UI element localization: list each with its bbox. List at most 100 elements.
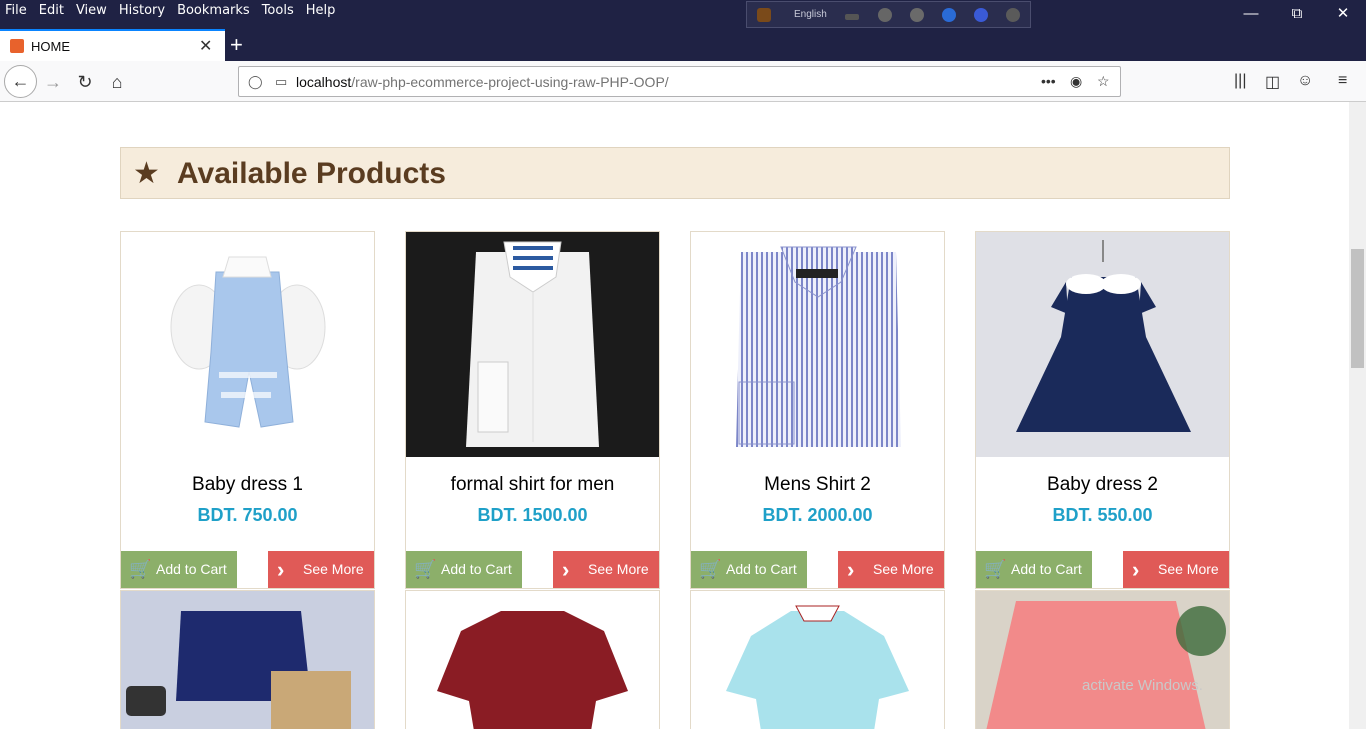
product-name[interactable]: formal shirt for men (406, 474, 659, 496)
menu-tools[interactable]: Tools (256, 0, 300, 22)
add-to-cart-button[interactable]: 🛒 Add to Cart (121, 551, 237, 588)
ime-logo-icon (757, 8, 771, 22)
tab-close-icon[interactable]: ✕ (199, 36, 212, 56)
pink-floral-dress-image (986, 601, 1226, 729)
product-card (120, 590, 375, 729)
ime-language[interactable]: English (794, 9, 827, 20)
formal-shirt-image (466, 241, 599, 447)
shield-icon[interactable]: ◯ (248, 74, 263, 90)
see-more-button[interactable]: › See More (1123, 551, 1229, 588)
tab-home[interactable]: HOME ✕ (0, 29, 225, 61)
see-more-label: See More (303, 561, 364, 577)
basket-icon: 🛒 (699, 559, 722, 579)
product-card: Mens Shirt 2 BDT. 2000.00 🛒 Add to Cart ›… (690, 231, 945, 589)
basket-icon: 🛒 (129, 559, 152, 579)
scrollbar-thumb[interactable] (1351, 249, 1364, 368)
menu-bookmarks[interactable]: Bookmarks (171, 0, 256, 22)
see-more-label: See More (873, 561, 934, 577)
ime-browser-icon[interactable] (942, 8, 956, 22)
title-bar: File Edit View History Bookmarks Tools H… (0, 0, 1366, 61)
add-to-cart-label: Add to Cart (726, 561, 797, 577)
product-image[interactable] (691, 232, 944, 457)
add-to-cart-label: Add to Cart (1011, 561, 1082, 577)
sidebar-icon[interactable]: ◫ (1265, 72, 1280, 92)
url-host: localhost (296, 74, 352, 90)
window-controls: — ⧉ ✕ (1228, 0, 1366, 28)
minimize-icon[interactable]: — (1228, 0, 1274, 28)
product-name[interactable]: Mens Shirt 2 (691, 474, 944, 496)
section-heading: ★ Available Products (120, 147, 1230, 199)
url-text[interactable]: localhost/raw-php-ecommerce-project-usin… (296, 74, 669, 90)
chevron-right-icon: › (277, 557, 285, 582)
ime-chess-icon[interactable] (878, 8, 892, 22)
product-image[interactable] (121, 591, 374, 729)
product-image[interactable] (121, 232, 374, 457)
page-icon[interactable]: ▭ (275, 74, 287, 90)
ime-keyboard-icon[interactable] (845, 14, 859, 20)
menu-help[interactable]: Help (300, 0, 342, 22)
see-more-button[interactable]: › See More (268, 551, 374, 588)
product-name[interactable]: Baby dress 1 (121, 474, 374, 496)
reload-icon[interactable]: ↻ (70, 67, 100, 97)
navy-dress-image (1016, 240, 1191, 432)
product-card: Baby dress 2 BDT. 550.00 🛒 Add to Cart › S… (975, 231, 1230, 589)
menu-edit[interactable]: Edit (33, 0, 70, 22)
ime-toolbar[interactable]: English (746, 1, 1031, 28)
product-card (690, 590, 945, 729)
product-image[interactable] (406, 591, 659, 729)
ime-settings-icon[interactable] (910, 8, 924, 22)
account-icon[interactable]: ☺ (1297, 72, 1313, 90)
see-more-label: See More (588, 561, 649, 577)
home-icon[interactable]: ⌂ (102, 67, 132, 97)
basket-icon: 🛒 (414, 559, 437, 579)
product-name[interactable]: Baby dress 2 (976, 474, 1229, 496)
url-path: /raw-php-ecommerce-project-using-raw-PHP… (351, 74, 669, 90)
tab-title: HOME (31, 39, 70, 54)
favicon-icon (10, 39, 24, 53)
url-bar[interactable]: ◯ ▭ localhost/raw-php-ecommerce-project-… (238, 66, 1121, 97)
product-card (975, 590, 1230, 729)
ime-help-icon[interactable] (974, 8, 988, 22)
see-more-button[interactable]: › See More (553, 551, 659, 588)
product-card: formal shirt for men BDT. 1500.00 🛒 Add t… (405, 231, 660, 589)
product-card: Baby dress 1 BDT. 750.00 🛒 Add to Cart › S… (120, 231, 375, 589)
restore-icon[interactable]: ⧉ (1274, 0, 1320, 28)
see-more-button[interactable]: › See More (838, 551, 944, 588)
product-price: BDT. 2000.00 (762, 505, 873, 525)
close-window-icon[interactable]: ✕ (1320, 0, 1366, 28)
library-icon[interactable]: ||| (1234, 72, 1246, 90)
back-icon[interactable]: ← (4, 65, 37, 98)
new-tab-icon[interactable]: + (230, 32, 243, 58)
baby-romper-image (170, 256, 326, 428)
more-icon[interactable]: ••• (1041, 73, 1056, 89)
product-image[interactable] (691, 591, 944, 729)
kids-polo-set-image (126, 611, 351, 729)
menu-view[interactable]: View (70, 0, 113, 22)
menu-icon[interactable]: ≡ (1338, 72, 1347, 90)
add-to-cart-button[interactable]: 🛒 Add to Cart (976, 551, 1092, 588)
scrollbar-track[interactable] (1349, 102, 1366, 729)
menu-history[interactable]: History (113, 0, 171, 22)
light-blue-polo-image (726, 605, 909, 729)
add-to-cart-label: Add to Cart (156, 561, 227, 577)
bookmark-star-icon[interactable]: ☆ (1097, 73, 1110, 90)
pocket-icon[interactable]: ◉ (1070, 73, 1082, 90)
striped-shirt-image (736, 246, 901, 447)
maroon-polo-image (437, 611, 628, 729)
product-image[interactable] (406, 232, 659, 457)
menu-file[interactable]: File (0, 0, 33, 22)
star-icon: ★ (133, 157, 160, 190)
product-image[interactable] (976, 232, 1229, 457)
add-to-cart-button[interactable]: 🛒 Add to Cart (691, 551, 807, 588)
chevron-right-icon: › (1132, 557, 1140, 582)
add-to-cart-button[interactable]: 🛒 Add to Cart (406, 551, 522, 588)
forward-icon[interactable]: → (38, 67, 68, 97)
menu-bar: File Edit View History Bookmarks Tools H… (0, 0, 341, 22)
windows-activation-watermark: activate Windows. (1082, 677, 1203, 694)
product-image[interactable] (976, 591, 1229, 729)
ime-info-icon[interactable] (1006, 8, 1020, 22)
product-price: BDT. 750.00 (197, 505, 298, 525)
see-more-label: See More (1158, 561, 1219, 577)
page-content: ★ Available Products Baby dress 1 BDT. 7… (0, 102, 1349, 729)
section-title: Available Products (177, 157, 446, 190)
